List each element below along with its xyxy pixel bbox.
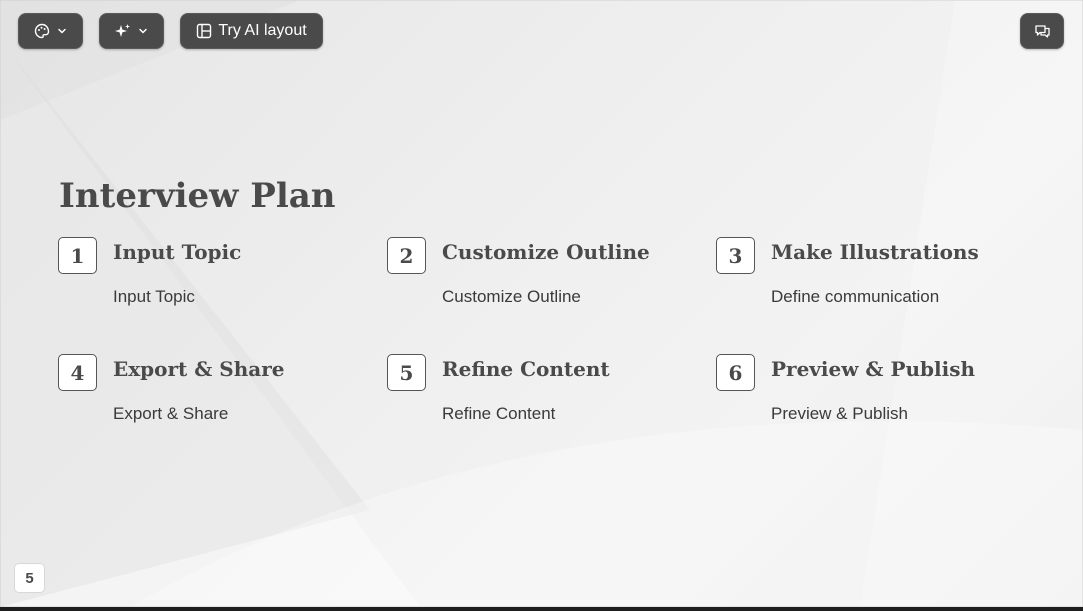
step-description: Export & Share [113,404,229,423]
step-description: Define communication [771,287,940,306]
step-description: Preview & Publish [771,404,909,423]
step-number-badge: 1 [58,237,97,274]
step-title: Customize Outline [442,240,650,264]
comments-button[interactable] [1020,13,1064,49]
sparkles-icon [114,23,131,40]
bottom-edge [0,607,1083,611]
step-description: Input Topic [113,287,195,306]
step-description: Refine Content [442,404,556,423]
chevron-down-icon [137,25,149,37]
step-title: Make Illustrations [771,240,979,264]
step-number-badge: 5 [387,354,426,391]
step-title: Export & Share [113,357,285,381]
step-description: Customize Outline [442,287,581,306]
page-number-badge: 5 [14,563,45,593]
step-number-badge: 4 [58,354,97,391]
try-ai-layout-label: Try AI layout [218,22,307,39]
step-number-badge: 2 [387,237,426,274]
try-ai-layout-button[interactable]: Try AI layout [180,13,323,49]
step-title: Input Topic [113,240,242,264]
step-number-badge: 3 [716,237,755,274]
step-title: Refine Content [442,357,610,381]
comments-icon [1034,23,1051,40]
slide-canvas[interactable]: Try AI layout Interview Plan 1 Input Top… [0,0,1083,607]
palette-icon [34,23,50,39]
step-number-badge: 6 [716,354,755,391]
chevron-down-icon [56,25,68,37]
magic-dropdown-button[interactable] [99,13,164,49]
layout-icon [196,23,212,39]
slide-title[interactable]: Interview Plan [59,176,336,216]
theme-dropdown-button[interactable] [18,13,83,49]
step-title: Preview & Publish [771,357,976,381]
